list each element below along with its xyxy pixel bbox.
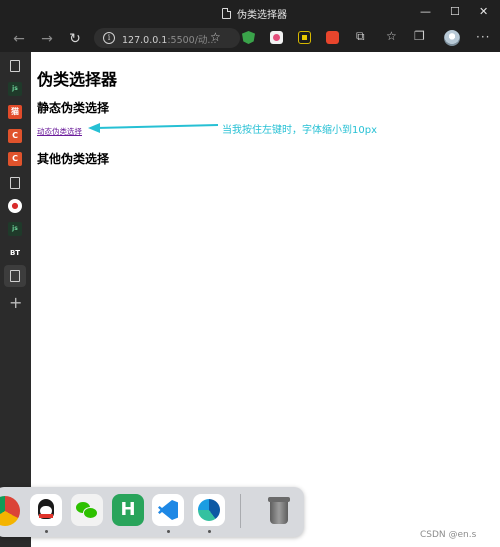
trash-icon[interactable]	[263, 494, 295, 526]
annotation-arrow	[88, 123, 219, 133]
running-indicator	[208, 530, 211, 533]
wechat-app-icon[interactable]	[71, 494, 103, 526]
dock-separator	[240, 494, 241, 528]
screen: 伪类选择器 — ☐ ✕ ← → ↻ i 127.0.0.1:5500/动... …	[0, 0, 500, 547]
csdn-watermark: CSDN @en.s	[420, 530, 477, 540]
running-indicator	[45, 530, 48, 533]
running-indicator	[167, 530, 170, 533]
annotation-arrow-line	[95, 124, 219, 129]
edge-app-icon[interactable]	[193, 494, 225, 526]
vscode-app-icon[interactable]	[152, 494, 184, 526]
annotation-arrow-head	[88, 123, 100, 133]
hbuilder-app-icon[interactable]: H	[112, 494, 144, 526]
annotation-text: 当我按住左键时，字体缩小到10px	[222, 125, 377, 136]
qq-app-icon[interactable]	[30, 494, 62, 526]
